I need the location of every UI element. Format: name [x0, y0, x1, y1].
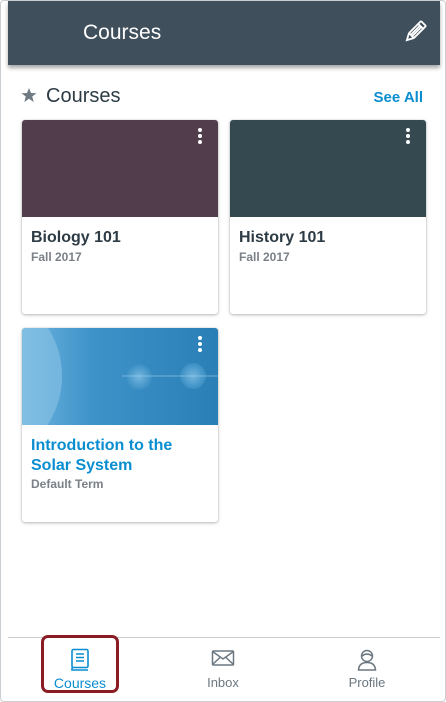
course-name: Biology 101 [31, 229, 121, 246]
edit-pencil-icon[interactable] [402, 19, 428, 45]
section-title: Courses [46, 85, 121, 107]
app-bar: Courses [8, 1, 440, 65]
tab-label: Inbox [207, 675, 239, 690]
tab-label: Courses [53, 675, 107, 691]
app-frame: Courses Courses See All Biology 101 Fall… [0, 0, 446, 702]
course-card[interactable]: Biology 101 Fall 2017 [22, 120, 218, 314]
course-name: Introduction to the Solar System [31, 437, 173, 474]
course-term: Fall 2017 [31, 250, 82, 264]
tab-label: Profile [348, 675, 386, 690]
favorites-header: Courses See All [21, 85, 425, 111]
course-card-banner [230, 120, 426, 217]
course-card-banner [22, 120, 218, 217]
see-all-link[interactable]: See All [374, 89, 423, 106]
tab-profile[interactable]: Profile [307, 638, 427, 698]
course-card[interactable]: Introduction to the Solar System Default… [22, 328, 218, 522]
user-icon [357, 649, 377, 671]
more-options-icon[interactable] [190, 336, 210, 356]
tab-courses[interactable]: Courses [20, 638, 140, 698]
more-options-icon[interactable] [398, 128, 418, 148]
tab-inbox[interactable]: Inbox [163, 638, 283, 698]
course-card[interactable]: History 101 Fall 2017 [230, 120, 426, 314]
course-term: Fall 2017 [239, 250, 290, 264]
envelope-icon [211, 650, 235, 666]
star-icon [21, 88, 37, 102]
bottom-tab-bar: Courses Inbox Profile [8, 637, 440, 697]
app-bar-title: Courses [83, 21, 162, 44]
book-icon [71, 648, 89, 671]
more-options-icon[interactable] [190, 128, 210, 148]
course-name: History 101 [239, 229, 326, 246]
course-term: Default Term [31, 477, 104, 491]
solar-system-banner-image [22, 328, 218, 449]
